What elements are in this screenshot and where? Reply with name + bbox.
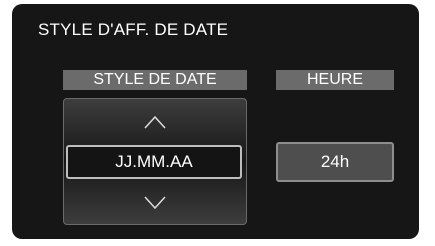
chevron-up-icon[interactable]	[144, 115, 166, 129]
date-style-scroller[interactable]: JJ.MM.AA	[63, 98, 247, 225]
date-style-selected-value[interactable]: JJ.MM.AA	[66, 145, 242, 179]
page-title: STYLE D'AFF. DE DATE	[38, 20, 229, 39]
time-format-button[interactable]: 24h	[276, 142, 394, 182]
date-display-style-screen: STYLE D'AFF. DE DATE STYLE DE DATE HEURE…	[12, 4, 419, 239]
chevron-down-icon[interactable]	[144, 196, 166, 210]
date-style-header: STYLE DE DATE	[63, 70, 247, 90]
time-header: HEURE	[276, 70, 394, 90]
